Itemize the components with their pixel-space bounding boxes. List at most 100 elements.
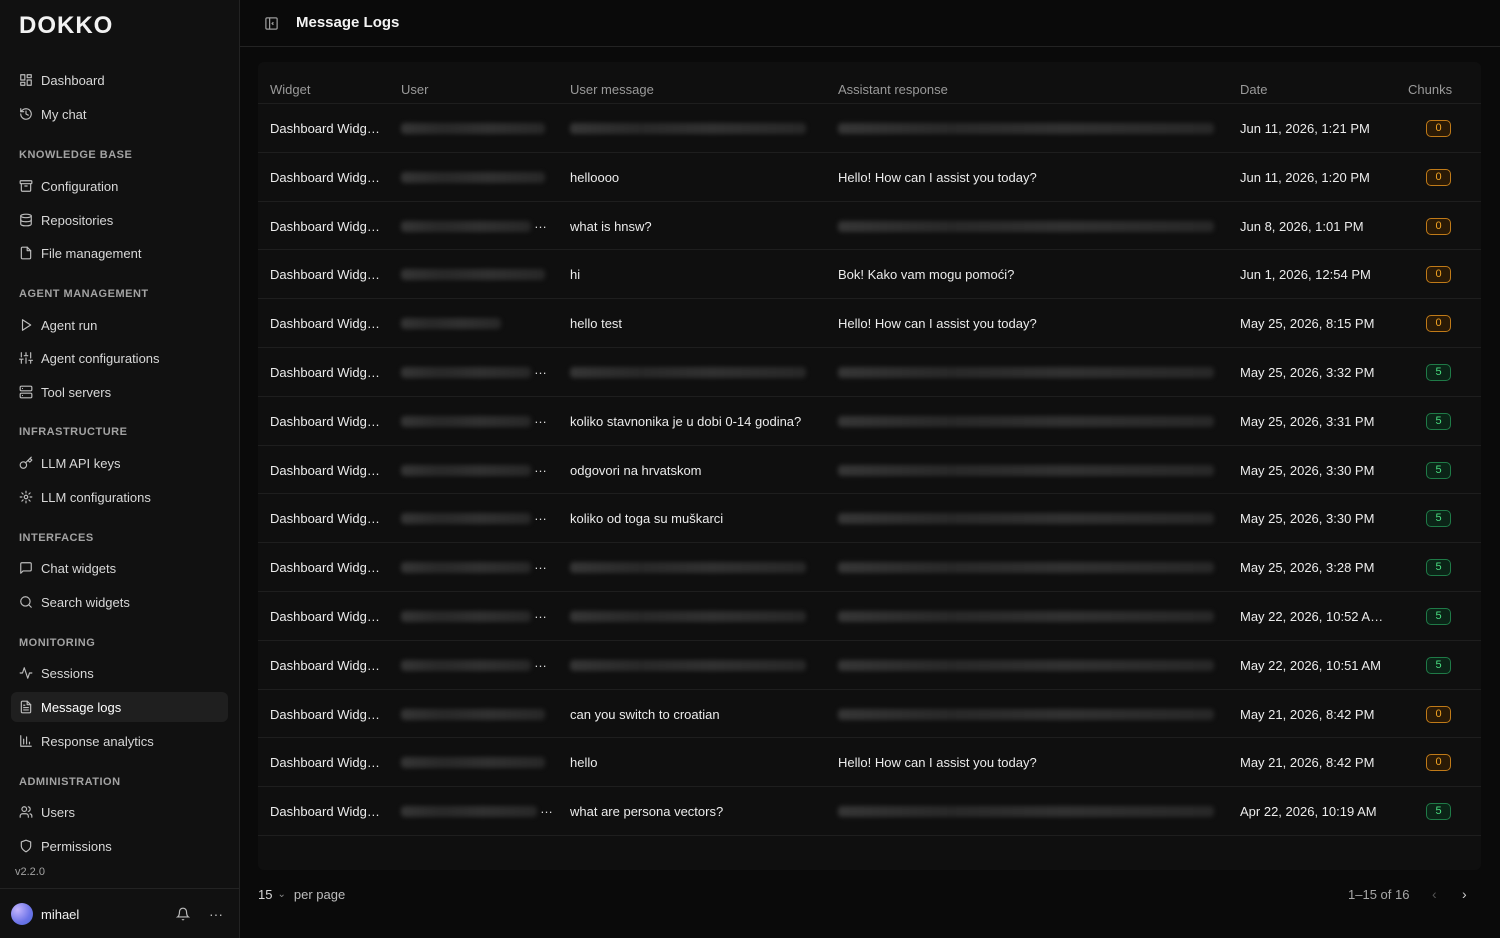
history-icon	[20, 108, 32, 120]
chunks-badge: 0	[1426, 120, 1451, 137]
redacted-user	[401, 513, 531, 525]
assistant-response-cell: Hello! How can I assist you today?	[838, 316, 1037, 332]
redacted-user	[401, 611, 531, 622]
sidebar-item-search-widgets[interactable]: Search widgets	[11, 587, 228, 617]
sidebar-item-label: LLM API keys	[41, 455, 121, 471]
column-header-assistant-response[interactable]: Assistant response	[838, 82, 948, 97]
file-text-icon	[20, 700, 32, 714]
next-page-icon[interactable]: ›	[1462, 886, 1467, 902]
widget-cell: Dashboard Widg…	[270, 560, 380, 576]
user-message-cell: helloooo	[570, 169, 620, 185]
table-row[interactable]: Dashboard Widg… … koliko stavnonika je u d…	[258, 395, 1481, 445]
widget-cell: Dashboard Widg…	[270, 657, 380, 673]
table-row[interactable]: Dashboard Widg… can you switch to croatia…	[258, 688, 1481, 738]
widget-cell: Dashboard Widg…	[270, 706, 380, 722]
table-row[interactable]: Dashboard Widg… … what is hnsw? Jun 8, 2026…	[258, 200, 1481, 250]
sidebar-item-label: Search widgets	[41, 594, 130, 610]
column-header-chunks[interactable]: Chunks	[1408, 82, 1452, 97]
redacted-user-message	[570, 123, 806, 134]
gear-icon	[19, 490, 33, 504]
table-row[interactable]: Dashboard Widg… … May 25, 2026, 3:32 PM 5	[258, 347, 1481, 396]
user-ellipsis: …	[534, 654, 547, 670]
date-cell: May 25, 2026, 3:28 PM	[1240, 560, 1375, 576]
sidebar-item-agent-run[interactable]: Agent run	[11, 310, 228, 340]
table-row[interactable]: Dashboard Widg… hello test Hello! How can …	[258, 298, 1481, 347]
avatar[interactable]	[11, 903, 33, 925]
date-cell: Jun 11, 2026, 1:21 PM	[1240, 121, 1370, 136]
username[interactable]: mihael	[41, 907, 79, 922]
redacted-user-message	[570, 367, 806, 378]
chunks-badge: 0	[1426, 168, 1451, 186]
more-options-icon[interactable]: ···	[209, 906, 223, 922]
per-page-value: 15	[258, 887, 273, 902]
chunks-badge: 0	[1426, 705, 1451, 723]
widget-cell: Dashboard Widg…	[270, 169, 380, 185]
table-row[interactable]: Dashboard Widg… … May 22, 2026, 10:52 A… 5	[258, 591, 1481, 640]
sidebar-section-agent-management: AGENT MANAGEMENT	[19, 288, 149, 300]
column-header-widget[interactable]: Widget	[270, 82, 310, 97]
sidebar-item-response-analytics[interactable]: Response analytics	[11, 726, 228, 756]
redacted-user	[401, 659, 531, 671]
sidebar-item-configuration[interactable]: Configuration	[11, 171, 228, 201]
sidebar-item-permissions[interactable]: Permissions	[11, 831, 228, 861]
date-cell: May 25, 2026, 3:31 PM	[1240, 413, 1375, 429]
sidebar-item-users[interactable]: Users	[11, 797, 228, 827]
app-version: v2.2.0	[15, 866, 45, 878]
table-row[interactable]: Dashboard Widg… hi Bok! Kako vam mogu pomo…	[258, 249, 1481, 298]
date-cell: Jun 8, 2026, 1:01 PM	[1240, 218, 1364, 234]
bar-chart-icon	[20, 735, 32, 747]
table-row[interactable]: Dashboard Widg… … what are persona vectors…	[258, 786, 1481, 835]
sidebar-toggle-icon[interactable]	[264, 16, 279, 31]
redacted-user	[401, 708, 545, 720]
user-ellipsis: …	[534, 557, 547, 573]
sidebar-section-monitoring: MONITORING	[19, 637, 96, 649]
sidebar-item-label: Permissions	[41, 838, 112, 854]
sidebar-item-sessions[interactable]: Sessions	[11, 658, 228, 688]
table-row[interactable]: Dashboard Widg… hello Hello! How can I ass…	[258, 737, 1481, 786]
chunks-badge: 5	[1426, 461, 1451, 479]
sidebar-item-llm-configurations[interactable]: LLM configurations	[11, 482, 228, 512]
sidebar-item-label: Chat widgets	[41, 560, 117, 576]
chunks-badge: 5	[1426, 510, 1451, 528]
sidebar-item-file-management[interactable]: File management	[11, 238, 228, 268]
redacted-user	[401, 269, 545, 281]
sidebar-item-tool-servers[interactable]: Tool servers	[11, 377, 228, 407]
per-page-select[interactable]: 15 ⌄ per page	[258, 887, 345, 902]
activity-icon	[19, 667, 33, 679]
table-row[interactable]: Dashboard Widg… Jun 11, 2026, 1:21 PM 0	[258, 103, 1481, 152]
widget-cell: Dashboard Widg…	[270, 413, 380, 429]
sidebar-item-agent-configurations[interactable]: Agent configurations	[11, 343, 228, 373]
redacted-user	[401, 220, 531, 232]
table-row[interactable]: Dashboard Widg… … koliko od toga su muškar…	[258, 493, 1481, 542]
table-row[interactable]: Dashboard Widg… helloooo Hello! How can I …	[258, 151, 1481, 201]
column-header-user-message[interactable]: User message	[570, 82, 654, 97]
user-message-cell: what is hnsw?	[570, 218, 652, 234]
user-message-cell: hi	[570, 267, 581, 283]
shield-icon	[20, 839, 32, 853]
widget-cell: Dashboard Widg…	[270, 121, 380, 136]
chunks-badge: 0	[1426, 266, 1451, 284]
sidebar-item-message-logs[interactable]: Message logs	[11, 692, 228, 722]
redacted-assistant-response	[838, 611, 1214, 622]
brand-logo[interactable]: DOKKO	[19, 12, 113, 40]
redacted-user	[401, 367, 531, 378]
previous-page-icon[interactable]: ‹	[1432, 886, 1437, 902]
sidebar-item-llm-api-keys[interactable]: LLM API keys	[11, 448, 228, 478]
sidebar-item-repositories[interactable]: Repositories	[11, 205, 228, 235]
sidebar-item-label: Response analytics	[41, 733, 154, 749]
file-icon	[20, 246, 32, 260]
date-cell: May 22, 2026, 10:51 AM	[1240, 657, 1381, 673]
date-cell: May 25, 2026, 3:32 PM	[1240, 365, 1375, 380]
column-header-user[interactable]: User	[401, 82, 428, 97]
bell-icon[interactable]	[176, 907, 190, 921]
sidebar-item-chat-widgets[interactable]: Chat widgets	[11, 553, 228, 583]
sidebar-item-label: Agent configurations	[41, 350, 160, 366]
sidebar-item-my-chat[interactable]: My chat	[11, 99, 228, 129]
sidebar-item-label: Users	[41, 804, 75, 820]
widget-cell: Dashboard Widg…	[270, 365, 380, 380]
table-row[interactable]: Dashboard Widg… … May 22, 2026, 10:51 AM 5	[258, 639, 1481, 689]
table-row[interactable]: Dashboard Widg… … May 25, 2026, 3:28 PM 5	[258, 542, 1481, 591]
column-header-date[interactable]: Date	[1240, 82, 1267, 97]
sidebar-item-dashboard[interactable]: Dashboard	[11, 65, 228, 95]
table-row[interactable]: Dashboard Widg… … odgovori na hrvatskom May…	[258, 444, 1481, 494]
